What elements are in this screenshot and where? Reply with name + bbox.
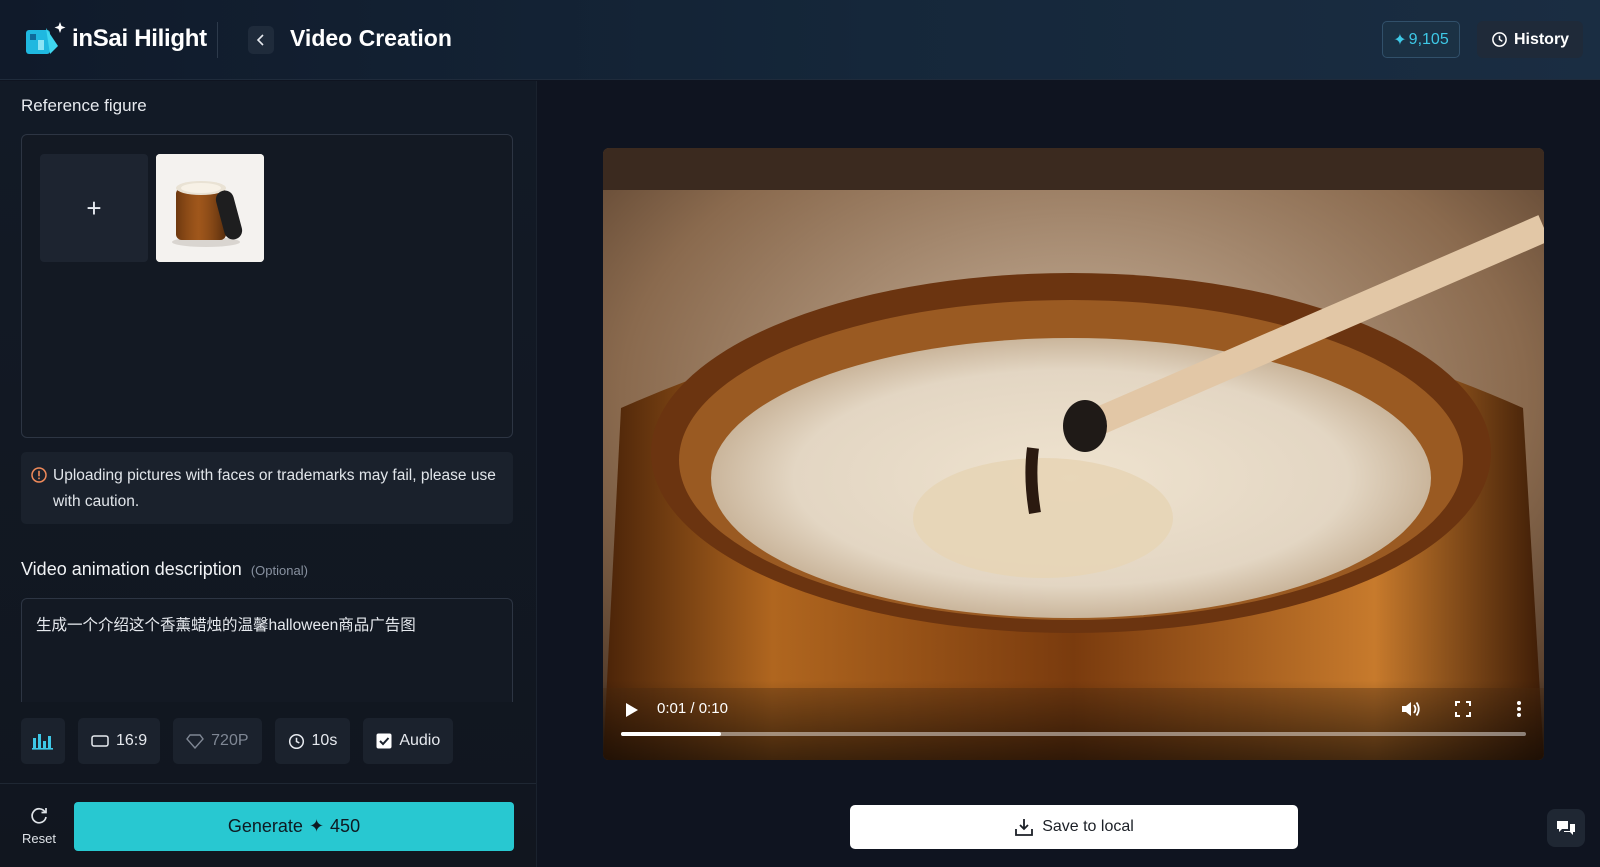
warning-icon: [31, 467, 47, 483]
upload-warning: Uploading pictures with faces or tradema…: [21, 452, 513, 524]
play-icon[interactable]: [625, 702, 639, 718]
top-bar: inSai Hilight Video Creation ✦ 9,105 His…: [0, 0, 1600, 80]
video-frame: [603, 148, 1544, 760]
checkbox-checked-icon: [376, 733, 392, 749]
diamond-icon: [186, 734, 205, 749]
reference-figure-label: Reference figure: [21, 96, 147, 115]
audio-label: Audio: [399, 732, 441, 749]
generate-button[interactable]: Generate ✦ 450: [74, 802, 514, 851]
add-image-button[interactable]: +: [40, 154, 148, 262]
footer-divider: [0, 783, 536, 784]
credits-badge[interactable]: ✦ 9,105: [1382, 21, 1460, 58]
video-progress-bar[interactable]: [621, 732, 1526, 736]
candle-jar-image: [156, 154, 264, 262]
logo[interactable]: inSai Hilight: [24, 20, 207, 58]
logo-text: inSai Hilight: [72, 25, 207, 52]
description-label: Video animation description (Optional): [21, 559, 308, 580]
refresh-icon: [31, 807, 47, 824]
aspect-ratio-icon: [91, 735, 109, 747]
generate-cost: 450: [330, 816, 361, 836]
time-separator: /: [690, 700, 699, 717]
total-time: 0:10: [698, 700, 728, 717]
history-button[interactable]: History: [1477, 21, 1583, 58]
volume-icon[interactable]: [1401, 700, 1421, 718]
download-icon: [1015, 819, 1034, 836]
generate-label: Generate: [227, 816, 303, 836]
header-divider: [217, 22, 218, 58]
aspect-ratio-value: 16:9: [116, 732, 148, 749]
audio-toggle[interactable]: Audio: [363, 718, 454, 764]
page-title: Video Creation: [290, 25, 452, 51]
save-label: Save to local: [1042, 818, 1134, 835]
duration-value: 10s: [311, 732, 338, 749]
plus-icon: +: [86, 192, 102, 223]
description-title: Video animation description: [21, 559, 242, 579]
save-to-local-button[interactable]: Save to local: [850, 805, 1298, 849]
warning-text: Uploading pictures with faces or tradema…: [53, 467, 496, 510]
model-button[interactable]: [21, 718, 65, 764]
back-button[interactable]: [248, 26, 274, 54]
clock-history-icon: [1492, 32, 1507, 47]
sparkle-icon: ✦: [308, 816, 325, 836]
fullscreen-icon[interactable]: [1455, 701, 1471, 717]
chat-button[interactable]: [1547, 809, 1585, 847]
bar-chart-icon: [32, 734, 53, 750]
video-progress-fill: [621, 732, 721, 736]
resolution-value: 720P: [211, 732, 249, 749]
options-bar: 16:9 720P 10s Audio: [21, 718, 454, 764]
chevron-left-icon: [256, 34, 264, 46]
reset-button[interactable]: Reset: [20, 805, 58, 846]
chat-bubbles-icon: [1557, 821, 1575, 835]
resolution-button[interactable]: 720P: [173, 718, 262, 764]
description-input[interactable]: 生成一个介绍这个香薰蜡烛的温馨halloween商品广告图: [21, 598, 513, 702]
aspect-ratio-button[interactable]: 16:9: [78, 718, 161, 764]
video-controls: 0:01 / 0:10: [603, 680, 1544, 760]
current-time: 0:01: [657, 700, 687, 717]
clock-icon: [288, 733, 304, 749]
video-time: 0:01 / 0:10: [657, 700, 728, 717]
sparkle-icon: ✦: [1393, 31, 1407, 49]
reference-thumbnail[interactable]: [156, 154, 264, 262]
video-player[interactable]: 0:01 / 0:10: [603, 148, 1544, 760]
panel-divider: [536, 81, 537, 867]
logo-icon: [24, 20, 66, 58]
more-options-icon[interactable]: [1516, 700, 1522, 718]
history-label: History: [1513, 30, 1570, 48]
duration-button[interactable]: 10s: [274, 718, 351, 764]
credits-value: 9,105: [1408, 30, 1449, 48]
optional-tag: (Optional): [250, 563, 308, 578]
reset-label: Reset: [22, 831, 56, 846]
